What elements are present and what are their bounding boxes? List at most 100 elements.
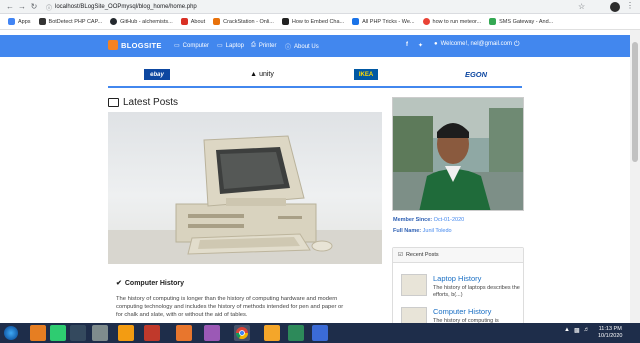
- sms-icon: [489, 18, 497, 25]
- paint-app-icon[interactable]: [30, 325, 46, 341]
- bookmark-apps[interactable]: Apps: [4, 15, 35, 29]
- menu-icon[interactable]: ⋮: [626, 1, 634, 10]
- bookmark-github[interactable]: GitHub - alchemists...: [106, 15, 177, 29]
- bookmark-label: how to run meteor...: [432, 18, 482, 25]
- nav-label: Computer: [182, 42, 210, 49]
- vlc-app-icon[interactable]: [118, 325, 134, 341]
- nav-label: Printer: [258, 42, 277, 49]
- sublime-app-icon[interactable]: [264, 325, 280, 341]
- recent-post-title[interactable]: Computer History: [433, 307, 491, 316]
- laptop-icon: ▭: [217, 43, 223, 49]
- start-button[interactable]: [4, 326, 18, 340]
- nav-laptop[interactable]: ▭ Laptop: [217, 42, 245, 50]
- bookmark-label: All PHP Tricks - We...: [362, 18, 415, 25]
- bookmark-crackstation[interactable]: CrackStation - Onli...: [209, 15, 278, 29]
- heading-text: Latest Posts: [123, 97, 179, 108]
- terminal-app-icon[interactable]: [70, 325, 86, 341]
- bookmark-label: How to Embed Cha...: [291, 18, 345, 25]
- scrollbar-thumb[interactable]: [632, 42, 638, 162]
- address-bar[interactable]: ⓘ localhost/BLogSite_OOPmysql/blog_home/…: [46, 2, 606, 12]
- bookmark-botdetect[interactable]: BotDetect PHP CAP...: [35, 15, 107, 29]
- nav-label: About Us: [294, 43, 319, 50]
- twitter-icon[interactable]: ✦: [418, 42, 423, 49]
- bookmark-phptricks[interactable]: All PHP Tricks - We...: [348, 15, 418, 29]
- user-icon: ●: [434, 41, 438, 47]
- recent-post-item[interactable]: Laptop History The history of laptops de…: [401, 274, 520, 302]
- network-icon[interactable]: ▩: [574, 327, 580, 334]
- facebook-icon[interactable]: f: [406, 42, 408, 48]
- reload-icon[interactable]: ↻: [28, 1, 40, 13]
- sponsor-name: ebay: [150, 71, 164, 78]
- nav-about[interactable]: ⓘ About Us: [285, 42, 319, 52]
- check-icon: ✔: [116, 280, 122, 287]
- browser-app-icon[interactable]: [312, 325, 328, 341]
- system-tray: ▲ ▩ ♬: [564, 327, 590, 334]
- posts-icon: [108, 98, 119, 107]
- post-excerpt: The history of computing is longer than …: [116, 296, 344, 318]
- clock-date: 10/1/2020: [598, 333, 623, 339]
- volume-icon[interactable]: ♬: [584, 327, 590, 334]
- back-icon[interactable]: ←: [4, 1, 16, 13]
- sponsor-strip: ebay ▲ unity IKEA EGON: [108, 62, 522, 88]
- post-image[interactable]: [108, 112, 382, 264]
- info-icon: ⓘ: [285, 45, 292, 51]
- nav-printer[interactable]: ⎙ Printer: [251, 42, 276, 49]
- bookmark-meteor[interactable]: how to run meteor...: [419, 15, 486, 29]
- unity-logo[interactable]: ▲ unity: [246, 69, 278, 80]
- nav-computer[interactable]: ▭ Computer: [174, 42, 210, 50]
- bookmark-about[interactable]: About: [177, 15, 209, 29]
- bookmark-label: BotDetect PHP CAP...: [48, 18, 103, 25]
- phptricks-icon: [352, 18, 360, 25]
- embed-icon: [281, 18, 289, 25]
- sponsor-name: EGON: [464, 70, 488, 79]
- bookmark-label: GitHub - alchemists...: [120, 18, 173, 25]
- bookmark-star-icon[interactable]: ☆: [578, 2, 585, 11]
- recent-post-title[interactable]: Laptop History: [433, 274, 481, 283]
- bookmarks-bar: Apps BotDetect PHP CAP... GitHub - alche…: [0, 14, 640, 30]
- recent-posts-panel: ☑ Recent Posts Laptop History The histor…: [392, 247, 524, 329]
- media-app-icon[interactable]: [204, 325, 220, 341]
- bookmark-embed[interactable]: How to Embed Cha...: [278, 15, 348, 29]
- post-title[interactable]: ✔ Computer History: [116, 279, 184, 288]
- nav-label: Laptop: [225, 42, 245, 49]
- monitor-icon: ▭: [174, 43, 180, 49]
- bookmark-sms[interactable]: SMS Gateway - And...: [485, 15, 557, 29]
- welcome-text: Welcome!, nel@gmail.com: [440, 41, 512, 47]
- apps-icon: [8, 18, 15, 25]
- brand-text: BLOGSITE: [121, 40, 162, 50]
- welcome-user[interactable]: ● Welcome!, nel@gmail.com: [434, 41, 512, 47]
- show-hidden-icon[interactable]: ▲: [564, 327, 570, 334]
- xampp-app-icon[interactable]: [176, 325, 192, 341]
- recent-post-thumb[interactable]: [401, 274, 427, 296]
- chrome-app-icon[interactable]: [234, 325, 250, 341]
- url-text[interactable]: localhost/BLogSite_OOPmysql/blog_home/ho…: [55, 4, 197, 10]
- printer-icon: ⎙: [251, 42, 256, 48]
- bookmark-label: CrackStation - Onli...: [223, 18, 274, 25]
- forward-icon[interactable]: →: [16, 1, 28, 13]
- sponsor-name: unity: [259, 71, 274, 78]
- photo-app-icon[interactable]: [144, 325, 160, 341]
- taskbar-clock[interactable]: 11:13 PM 10/1/2020: [598, 326, 622, 340]
- egon-logo[interactable]: EGON: [460, 69, 492, 80]
- profile-avatar[interactable]: [610, 2, 620, 12]
- brand-logo[interactable]: BLOGSITE: [108, 40, 162, 50]
- github-icon: [110, 18, 118, 25]
- git-app-icon[interactable]: [50, 325, 66, 341]
- recent-post-desc: The history of laptops describes the eff…: [433, 285, 520, 298]
- blogsite-logo-icon: [108, 40, 118, 50]
- profile-photo: [392, 97, 524, 211]
- recent-heading-text: Recent Posts: [405, 252, 439, 258]
- ebay-logo[interactable]: ebay: [144, 69, 170, 80]
- full-name-value: Junil Toledo: [422, 228, 452, 234]
- info-icon[interactable]: ⓘ: [46, 3, 52, 12]
- ikea-logo[interactable]: IKEA: [354, 69, 378, 80]
- profile-portrait: [393, 98, 523, 210]
- chrome-icon: [236, 327, 248, 340]
- logout-icon[interactable]: ⏻: [514, 41, 520, 49]
- member-since: Member Since: Oct-01-2020: [393, 217, 464, 223]
- latest-posts-heading: Latest Posts: [108, 97, 178, 108]
- notepad-app-icon[interactable]: [288, 325, 304, 341]
- folder-app-icon[interactable]: [92, 325, 108, 341]
- bookmark-label: About: [190, 18, 206, 25]
- site-navbar: BLOGSITE ▭ Computer ▭ Laptop ⎙ Printer ⓘ…: [0, 35, 630, 57]
